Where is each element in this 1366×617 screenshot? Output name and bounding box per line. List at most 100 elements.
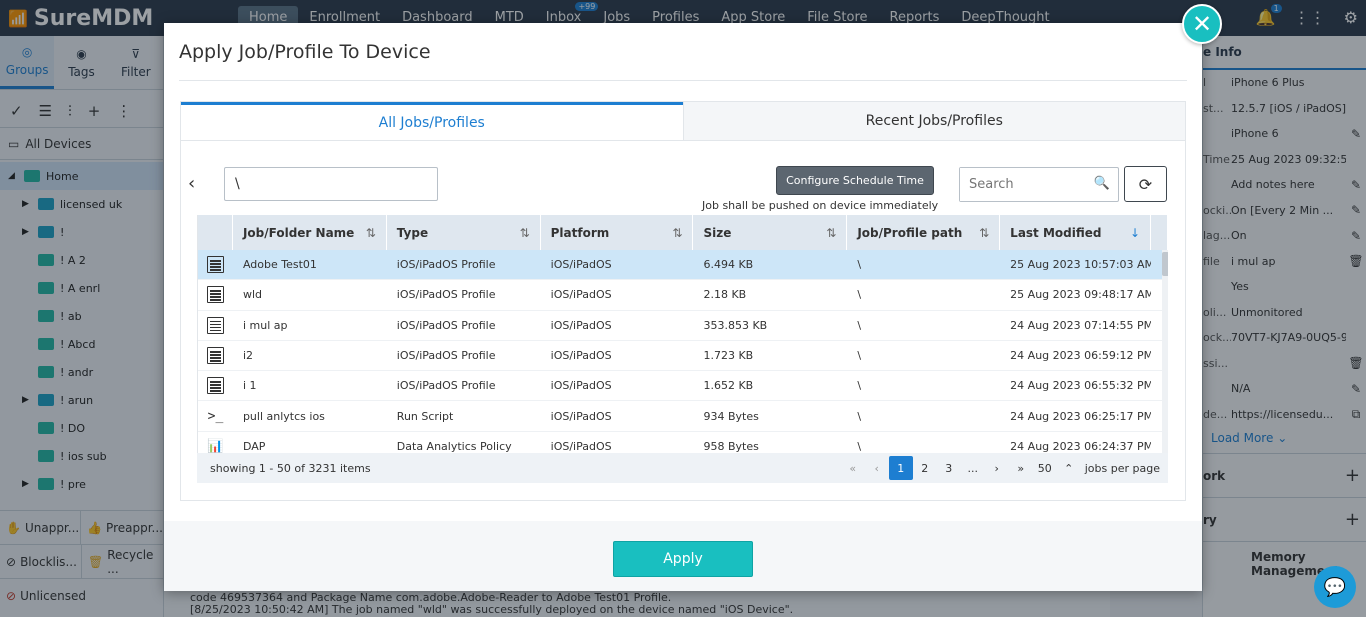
- cell-modified: 24 Aug 2023 06:24:37 PM: [1010, 439, 1152, 453]
- row-icon-cell: 📊: [198, 432, 233, 453]
- folder-path-input[interactable]: [224, 167, 438, 201]
- cell-type: iOS/iPadOS Profile: [396, 349, 496, 363]
- cell-name: pull anlytcs ios: [242, 409, 325, 423]
- scrollbar-thumb[interactable]: [1162, 252, 1168, 276]
- per-page-label: jobs per page: [1084, 461, 1160, 475]
- column-header-name[interactable]: Job/Folder Name ⇅: [233, 215, 387, 250]
- table-row[interactable]: i mul ap iOS/iPadOS Profile iOS/iPadOS 353.…: [198, 311, 1168, 341]
- cell-modified: 24 Aug 2023 07:14:55 PM: [1010, 318, 1152, 332]
- page-1[interactable]: 1: [888, 456, 913, 480]
- profile-icon: [206, 316, 224, 334]
- cell-size: 1.652 KB: [703, 379, 754, 393]
- dialog-footer: Apply: [164, 521, 1202, 591]
- cell-name: Adobe Test01: [242, 258, 317, 272]
- per-page-value[interactable]: 50: [1033, 456, 1057, 480]
- column-header-size[interactable]: Size ⇅: [693, 215, 848, 250]
- cell-modified: 24 Aug 2023 06:25:17 PM: [1010, 409, 1152, 423]
- column-header-last-modified[interactable]: Last Modified ↓: [1000, 215, 1152, 250]
- chat-support-button[interactable]: 💬: [1314, 566, 1356, 608]
- row-icon-cell: [198, 371, 233, 400]
- analytics-icon: 📊: [207, 438, 224, 453]
- pagination: « ‹ 1 2 3 ... › » 50 ⌃ jobs per page: [841, 456, 1164, 480]
- cell-platform: iOS/iPadOS: [550, 439, 612, 453]
- close-dialog-button[interactable]: ✕: [1182, 4, 1222, 44]
- column-header-platform[interactable]: Platform ⇅: [541, 215, 694, 250]
- cell-modified: 24 Aug 2023 06:59:12 PM: [1010, 349, 1152, 363]
- cell-path: \: [857, 258, 862, 272]
- table-row[interactable]: 📊 DAP Data Analytics Policy iOS/iPadOS 958 B…: [198, 432, 1168, 453]
- profile-icon: [206, 377, 224, 395]
- cell-platform: iOS/iPadOS: [550, 258, 612, 272]
- cell-platform: iOS/iPadOS: [550, 318, 612, 332]
- cell-path: \: [857, 379, 862, 393]
- cell-type: iOS/iPadOS Profile: [396, 318, 496, 332]
- script-icon: >_: [207, 408, 224, 424]
- table-header: Job/Folder Name ⇅ Type ⇅ Platform ⇅ Size ⇅ J…: [198, 215, 1168, 250]
- row-icon-cell: [198, 341, 233, 370]
- profile-icon: [206, 286, 224, 304]
- job-tabs: All Jobs/Profiles Recent Jobs/Profiles: [180, 101, 1186, 141]
- row-icon-cell: [198, 311, 233, 340]
- cell-platform: iOS/iPadOS: [550, 379, 612, 393]
- prev-page-icon[interactable]: ‹: [865, 456, 889, 480]
- cell-type: iOS/iPadOS Profile: [396, 258, 496, 272]
- jobs-table: Job/Folder Name ⇅ Type ⇅ Platform ⇅ Size ⇅ J…: [197, 215, 1168, 453]
- configure-schedule-time-button[interactable]: Configure Schedule Time: [776, 166, 934, 195]
- row-icon-cell: [198, 250, 233, 279]
- cell-type: Data Analytics Policy: [396, 439, 512, 453]
- table-row[interactable]: wld iOS/iPadOS Profile iOS/iPadOS 2.18 KB \ 2…: [198, 280, 1168, 311]
- cell-name: DAP: [242, 439, 266, 453]
- refresh-button[interactable]: ⟳: [1124, 166, 1167, 202]
- sort-icon[interactable]: ⇅: [826, 226, 836, 240]
- cell-size: 1.723 KB: [703, 349, 754, 363]
- last-page-icon[interactable]: »: [1009, 456, 1033, 480]
- cell-size: 353.853 KB: [703, 318, 768, 332]
- cell-name: i mul ap: [242, 318, 288, 332]
- table-row[interactable]: Adobe Test01 iOS/iPadOS Profile iOS/iPadOS…: [198, 250, 1168, 281]
- search-input[interactable]: [960, 168, 1088, 201]
- sort-icon[interactable]: ⇅: [366, 226, 376, 240]
- sort-descending-icon[interactable]: ↓: [1130, 226, 1140, 240]
- per-page-chevron-up-icon[interactable]: ⌃: [1057, 456, 1081, 480]
- schedule-note: Job shall be pushed on device immediatel…: [702, 199, 939, 212]
- table-scrollbar[interactable]: [1162, 250, 1168, 453]
- cell-modified: 24 Aug 2023 06:55:32 PM: [1010, 379, 1152, 393]
- table-footer: showing 1 - 50 of 3231 items « ‹ 1 2 3 .…: [197, 453, 1168, 483]
- cell-size: 934 Bytes: [703, 409, 759, 423]
- icon-column-header: [198, 215, 233, 250]
- divider: [179, 80, 1187, 81]
- cell-platform: iOS/iPadOS: [550, 409, 612, 423]
- apply-job-profile-dialog: Apply Job/Profile To Device ✕ All Jobs/P…: [164, 4, 1222, 591]
- column-header-path[interactable]: Job/Profile path ⇅: [847, 215, 1001, 250]
- scrollbar-header-spacer: [1151, 215, 1168, 250]
- column-header-type[interactable]: Type ⇅: [387, 215, 541, 250]
- page-ellipsis: ...: [967, 461, 979, 475]
- cell-modified: 25 Aug 2023 10:57:03 AM: [1010, 258, 1152, 272]
- cell-size: 958 Bytes: [703, 439, 759, 453]
- cell-size: 2.18 KB: [703, 288, 747, 302]
- sort-icon[interactable]: ⇅: [672, 226, 682, 240]
- table-body: Adobe Test01 iOS/iPadOS Profile iOS/iPadOS…: [198, 250, 1168, 453]
- first-page-icon[interactable]: «: [841, 456, 865, 480]
- search-icon[interactable]: 🔍: [1094, 176, 1110, 191]
- cell-platform: iOS/iPadOS: [550, 349, 612, 363]
- table-row[interactable]: >_ pull anlytcs ios Run Script iOS/iPadOS 93…: [198, 401, 1168, 432]
- table-row[interactable]: i2 iOS/iPadOS Profile iOS/iPadOS 1.723 KB \ 2…: [198, 341, 1168, 372]
- tab-recent-jobs-profiles[interactable]: Recent Jobs/Profiles: [682, 102, 1185, 140]
- sort-icon[interactable]: ⇅: [520, 226, 530, 240]
- cell-path: \: [857, 349, 862, 363]
- chat-icon: 💬: [1323, 576, 1347, 598]
- tab-all-jobs-profiles[interactable]: All Jobs/Profiles: [181, 102, 683, 140]
- apply-button[interactable]: Apply: [613, 541, 753, 577]
- back-chevron-icon[interactable]: ‹: [188, 173, 195, 194]
- sort-icon[interactable]: ⇅: [979, 226, 989, 240]
- table-row[interactable]: i 1 iOS/iPadOS Profile iOS/iPadOS 1.652 KB \…: [198, 371, 1168, 402]
- profile-icon: [206, 256, 224, 274]
- page-3[interactable]: 3: [937, 456, 961, 480]
- profile-icon: [206, 347, 224, 365]
- cell-type: iOS/iPadOS Profile: [396, 288, 496, 302]
- cell-name: i2: [242, 349, 254, 363]
- page-2[interactable]: 2: [913, 456, 937, 480]
- row-icon-cell: [198, 280, 233, 309]
- next-page-icon[interactable]: ›: [985, 456, 1009, 480]
